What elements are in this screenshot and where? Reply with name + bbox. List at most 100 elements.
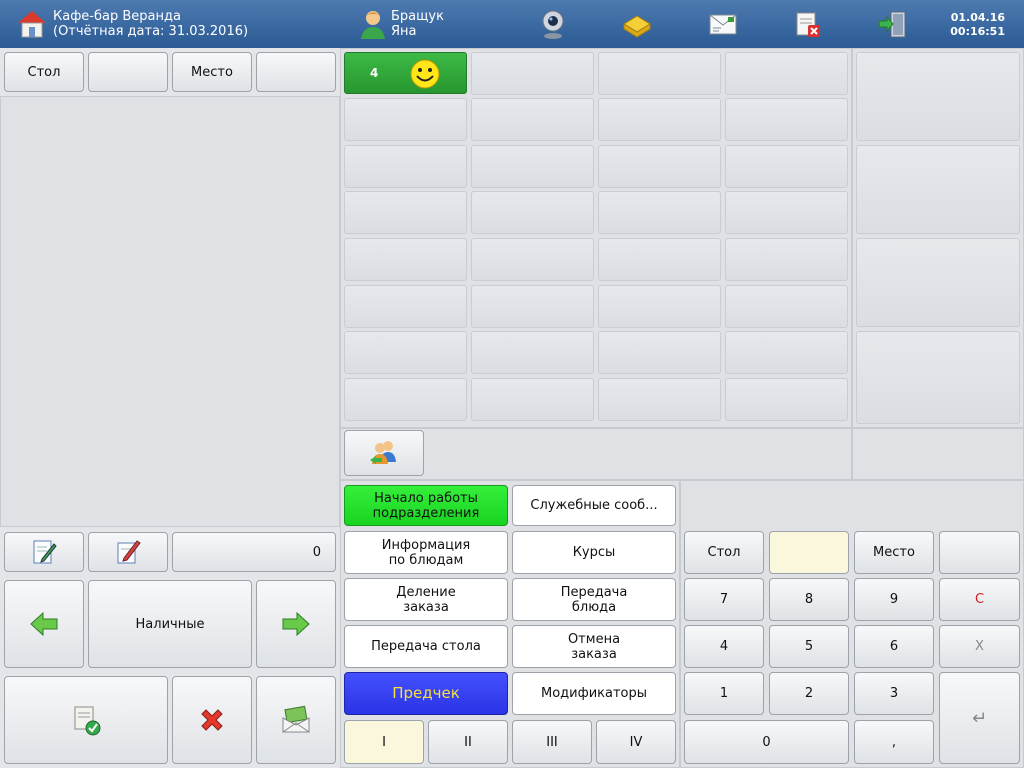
table-slot[interactable] [598,52,721,95]
user-last-name: Бращук [391,9,444,24]
courses-button[interactable]: Курсы [512,531,676,574]
table-slot[interactable] [471,52,594,95]
key-enter[interactable]: ↵ [939,672,1020,764]
split-order-button[interactable]: Деление заказа [344,578,508,621]
user-first-name: Яна [391,24,417,39]
table-slot[interactable] [725,52,848,95]
pay-button[interactable] [4,676,168,764]
table-slot[interactable] [725,98,848,141]
exit-door-icon[interactable] [877,8,909,40]
key-comma[interactable]: , [854,720,934,764]
table-slot[interactable] [725,238,848,281]
key-9[interactable]: 9 [854,578,934,621]
table-slot[interactable] [725,145,848,188]
table-slot[interactable] [598,285,721,328]
table-slot[interactable] [471,331,594,374]
hall-slot[interactable] [856,52,1020,141]
table-slot[interactable] [725,331,848,374]
numpad-input-field[interactable] [769,531,849,574]
table-button[interactable]: Стол [4,52,84,92]
table-slot[interactable] [598,378,721,421]
key-6[interactable]: 6 [854,625,934,668]
envelope-tray-icon[interactable] [621,8,653,40]
change-guest-button[interactable] [344,430,424,476]
key-5[interactable]: 5 [769,625,849,668]
pencil-edit-icon [114,538,142,566]
table-slot[interactable] [598,238,721,281]
red-x-icon [197,705,227,735]
transfer-table-button[interactable]: Передача стола [344,625,508,668]
cancel-order-button[interactable]: Отмена заказа [512,625,676,668]
order-items-list[interactable] [0,96,340,527]
current-date: 01.04.16 [950,11,1005,24]
table-slot[interactable] [725,378,848,421]
numpad-table-button[interactable]: Стол [684,531,764,574]
table-slot[interactable] [598,191,721,234]
table-slot[interactable] [344,238,467,281]
hall-slot[interactable] [856,238,1020,327]
previous-payment-button[interactable] [4,580,84,668]
key-8[interactable]: 8 [769,578,849,621]
envelope-money-icon [280,705,312,735]
table-slot[interactable] [344,378,467,421]
start-shift-button[interactable]: Начало работы подразделения [344,485,508,526]
users-transfer-icon [368,438,400,468]
key-0[interactable]: 0 [684,720,849,764]
note-edit-icon [30,538,58,566]
key-2[interactable]: 2 [769,672,849,715]
table-slot[interactable] [471,191,594,234]
payment-type-button[interactable]: Наличные [88,580,252,668]
table-slot[interactable] [471,378,594,421]
service-messages-button[interactable]: Служебные сооб... [512,485,676,526]
key-7[interactable]: 7 [684,578,764,621]
modifiers-button[interactable]: Модификаторы [512,672,676,715]
seat-button[interactable]: Место [172,52,252,92]
dish-info-button[interactable]: Информация по блюдам [344,531,508,574]
key-3[interactable]: 3 [854,672,934,715]
table-slot[interactable] [344,145,467,188]
edit-note-button[interactable] [4,532,84,572]
transfer-dish-button[interactable]: Передача блюда [512,578,676,621]
user-icon[interactable] [357,8,389,40]
current-time: 00:16:51 [950,25,1005,38]
table-slot[interactable] [598,98,721,141]
table-slot[interactable] [344,285,467,328]
send-order-button[interactable] [256,676,336,764]
table-slot[interactable] [471,145,594,188]
course-tab-2[interactable]: II [428,720,508,764]
table-slot[interactable] [598,331,721,374]
info-slot [852,428,1024,480]
course-tab-3[interactable]: III [512,720,592,764]
table-slot[interactable] [598,145,721,188]
table-slot[interactable] [344,98,467,141]
next-payment-button[interactable] [256,580,336,668]
table-slot[interactable] [471,98,594,141]
key-clear[interactable]: C [939,578,1020,621]
table-slot[interactable] [725,191,848,234]
webcam-icon[interactable] [537,8,569,40]
table-slot[interactable] [471,238,594,281]
order-total-field: 0 [172,532,336,572]
key-4[interactable]: 4 [684,625,764,668]
table-value-field[interactable] [88,52,168,92]
close-order-icon[interactable] [791,8,823,40]
hall-slot[interactable] [856,145,1020,234]
course-tab-1[interactable]: I [344,720,424,764]
clock: 01.04.16 00:16:51 [950,11,1005,39]
table-slot[interactable] [344,191,467,234]
home-icon[interactable] [16,8,48,40]
key-multiply[interactable]: X [939,625,1020,668]
table-slot[interactable] [725,285,848,328]
hall-slot[interactable] [856,331,1020,424]
key-1[interactable]: 1 [684,672,764,715]
seat-value-field[interactable] [256,52,336,92]
message-icon[interactable] [707,8,739,40]
table-slot[interactable] [471,285,594,328]
table-4-button[interactable]: 4 [344,52,467,94]
edit-order-button[interactable] [88,532,168,572]
numpad-seat-button[interactable]: Место [854,531,934,574]
precheck-button[interactable]: Предчек [344,672,508,715]
table-slot[interactable] [344,331,467,374]
course-tab-4[interactable]: IV [596,720,676,764]
cancel-button[interactable] [172,676,252,764]
